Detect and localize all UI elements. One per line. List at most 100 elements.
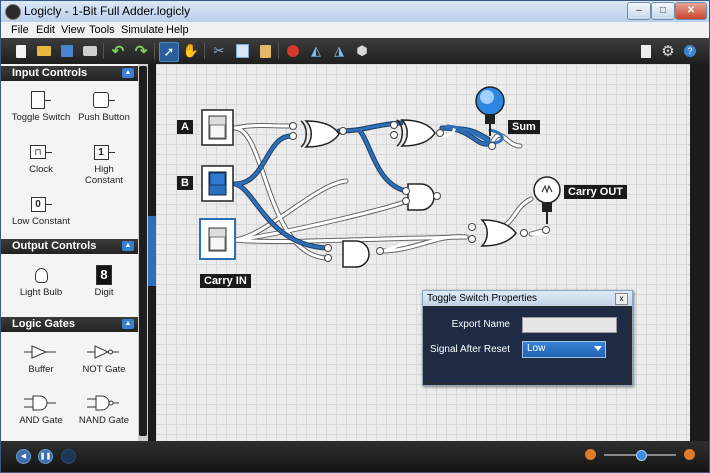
export-name-label: Export Name: [451, 319, 510, 330]
palette-label: Clock: [29, 164, 53, 175]
zoom-slider-thumb[interactable]: [636, 450, 647, 461]
select-pointer-icon[interactable]: ➚: [159, 42, 179, 62]
menu-simulate[interactable]: Simulate: [121, 24, 164, 36]
zoom-out-icon[interactable]: [585, 449, 596, 460]
palette-label: Low Constant: [11, 216, 71, 227]
title-bar[interactable]: Logicly - 1-Bit Full Adder.logicly – □ ✕: [1, 1, 709, 22]
menu-edit[interactable]: Edit: [36, 24, 55, 36]
palette-label: Light Bulb: [19, 287, 63, 298]
nand-gate-icon: [74, 391, 134, 415]
palette-buffer[interactable]: Buffer: [11, 340, 71, 375]
dialog-close-button[interactable]: x: [615, 293, 628, 305]
cut-icon[interactable]: ✂: [210, 42, 228, 60]
section-logic-gates[interactable]: Logic Gates ▲: [1, 317, 138, 332]
palette-label: AND Gate: [19, 415, 63, 426]
label-sum: Sum: [508, 120, 540, 134]
divider-handle[interactable]: [148, 216, 156, 286]
dialog-title-bar[interactable]: Toggle Switch Properties x: [423, 291, 632, 306]
component-palette: Input Controls ▲ Toggle Switch Push Butt…: [1, 64, 149, 441]
palette-label: NAND Gate: [78, 415, 130, 426]
xor-gate-1[interactable]: [300, 120, 340, 148]
section-input-controls[interactable]: Input Controls ▲: [1, 66, 138, 81]
collapse-icon[interactable]: ▲: [122, 68, 134, 78]
help-icon[interactable]: ?: [681, 42, 699, 60]
palette-nand-gate[interactable]: NAND Gate: [74, 391, 134, 426]
package-icon[interactable]: ⬢: [353, 42, 371, 60]
section-title: Logic Gates: [12, 318, 75, 330]
push-button-icon: [74, 88, 134, 112]
low-constant-icon: 0: [11, 192, 71, 216]
signal-after-reset-select[interactable]: Low: [522, 341, 606, 358]
palette-and-gate[interactable]: AND Gate: [11, 391, 71, 426]
sum-light-bulb: [475, 86, 505, 136]
menu-bar: File Edit View Tools Simulate Help: [1, 22, 709, 38]
print-icon[interactable]: [81, 42, 99, 60]
palette-light-bulb[interactable]: Light Bulb: [11, 263, 71, 298]
high-constant-icon: 1: [74, 140, 134, 164]
settings-gear-icon[interactable]: ⚙: [659, 42, 677, 60]
window-title: Logicly - 1-Bit Full Adder.logicly: [24, 4, 191, 18]
palette-clock[interactable]: ⊓ Clock: [11, 140, 71, 175]
panel-divider[interactable]: [148, 64, 156, 441]
paste-icon[interactable]: [256, 42, 274, 60]
or-gate[interactable]: [480, 219, 517, 247]
menu-tools[interactable]: Tools: [89, 24, 115, 36]
label-a: A: [177, 120, 193, 134]
flip-vertical-icon[interactable]: ◮: [330, 42, 348, 60]
palette-low-constant[interactable]: 0 Low Constant: [11, 192, 71, 227]
canvas-scrollbar[interactable]: [690, 64, 709, 441]
palette-high-constant[interactable]: 1 High Constant: [74, 140, 134, 186]
collapse-icon[interactable]: ▲: [122, 319, 134, 329]
copy-icon[interactable]: [233, 42, 251, 60]
delete-icon[interactable]: [284, 42, 302, 60]
label-b: B: [177, 176, 193, 190]
toggle-switch-b[interactable]: [201, 165, 234, 202]
maximize-button[interactable]: □: [651, 2, 675, 20]
redo-icon[interactable]: ↷: [132, 42, 150, 60]
signal-after-reset-label: Signal After Reset: [429, 344, 510, 355]
scrollbar-thumb[interactable]: [139, 66, 147, 436]
palette-push-button[interactable]: Push Button: [74, 88, 134, 123]
pan-hand-icon[interactable]: ✋: [182, 42, 200, 60]
and-gate-icon: [11, 391, 71, 415]
menu-help[interactable]: Help: [166, 24, 189, 36]
menu-file[interactable]: File: [11, 24, 29, 36]
digit-icon: 8: [74, 263, 134, 287]
new-file-icon[interactable]: [12, 42, 30, 60]
and-gate-2[interactable]: [342, 240, 370, 268]
menu-view[interactable]: View: [61, 24, 85, 36]
label-carry-in: Carry IN: [200, 274, 251, 288]
app-logo-icon: [5, 4, 21, 20]
and-gate-1[interactable]: [407, 183, 435, 211]
palette-digit[interactable]: 8 Digit: [74, 263, 134, 298]
zoom-in-icon[interactable]: [684, 449, 695, 460]
minimize-button[interactable]: –: [627, 2, 651, 20]
toggle-switch-carry-in[interactable]: [199, 218, 236, 260]
buffer-gate-icon: [11, 340, 71, 364]
collapse-icon[interactable]: ▲: [122, 241, 134, 251]
palette-label: Toggle Switch: [11, 112, 71, 123]
clock-icon: ⊓: [11, 140, 71, 164]
close-button[interactable]: ✕: [675, 2, 707, 20]
section-output-controls[interactable]: Output Controls ▲: [1, 239, 138, 254]
export-name-input[interactable]: [522, 317, 617, 333]
save-icon[interactable]: [58, 42, 76, 60]
section-title: Output Controls: [12, 240, 97, 252]
pause-icon[interactable]: ❚❚: [38, 449, 53, 464]
undo-icon[interactable]: ↶: [109, 42, 127, 60]
flip-horizontal-icon[interactable]: ◭: [307, 42, 325, 60]
palette-scrollbar[interactable]: [138, 64, 148, 441]
palette-toggle-switch[interactable]: Toggle Switch: [11, 88, 71, 123]
toggle-switch-a[interactable]: [201, 109, 234, 146]
document-properties-icon[interactable]: [637, 42, 655, 60]
open-folder-icon[interactable]: [35, 42, 53, 60]
carry-out-light-bulb: [533, 176, 561, 224]
palette-label: Digit: [94, 287, 114, 298]
app-window: Logicly - 1-Bit Full Adder.logicly – □ ✕…: [0, 0, 710, 473]
simulation-indicator-icon: [61, 449, 76, 464]
light-bulb-icon: [11, 263, 71, 287]
step-back-icon[interactable]: ◀: [16, 449, 31, 464]
palette-not-gate[interactable]: NOT Gate: [74, 340, 134, 375]
toggle-switch-icon: [11, 88, 71, 112]
toolbar: ↶ ↷ ➚ ✋ ✂ ◭ ◮ ⬢ ⚙ ?: [1, 38, 709, 64]
